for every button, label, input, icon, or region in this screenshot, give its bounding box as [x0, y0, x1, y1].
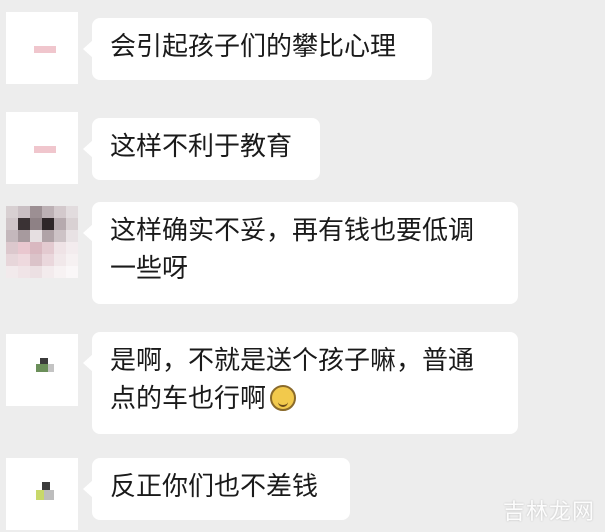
message-bubble[interactable]: 这样不利于教育	[83, 118, 320, 180]
message-bubble[interactable]: 这样确实不妥，再有钱也要低调 一些呀	[83, 202, 518, 304]
avatar-mark	[34, 146, 56, 153]
message-text: 这样不利于教育	[110, 132, 293, 162]
message-text-line: 一些呀	[110, 254, 189, 284]
avatar[interactable]	[6, 12, 78, 84]
avatar-mark	[34, 46, 56, 53]
watermark: 吉林龙网	[502, 500, 595, 525]
avatar[interactable]	[6, 458, 78, 530]
message-text-line: 是啊，不就是送个孩子嘛，普通	[110, 346, 475, 376]
message-bubble[interactable]: 是啊，不就是送个孩子嘛，普通 点的车也行啊	[83, 332, 518, 434]
message-text-line: 这样确实不妥，再有钱也要低调	[110, 216, 475, 246]
message-text: 反正你们也不差钱	[110, 472, 319, 502]
message-text-line: 点的车也行啊	[110, 380, 500, 418]
avatar[interactable]	[6, 206, 78, 278]
avatar[interactable]	[6, 334, 78, 406]
grin-emoji-icon	[270, 385, 297, 411]
message-bubble[interactable]: 反正你们也不差钱	[83, 458, 350, 520]
message-text: 点的车也行啊	[110, 384, 267, 414]
message-bubble[interactable]: 会引起孩子们的攀比心理	[83, 18, 432, 80]
message-text: 会引起孩子们的攀比心理	[110, 32, 397, 62]
avatar[interactable]	[6, 112, 78, 184]
